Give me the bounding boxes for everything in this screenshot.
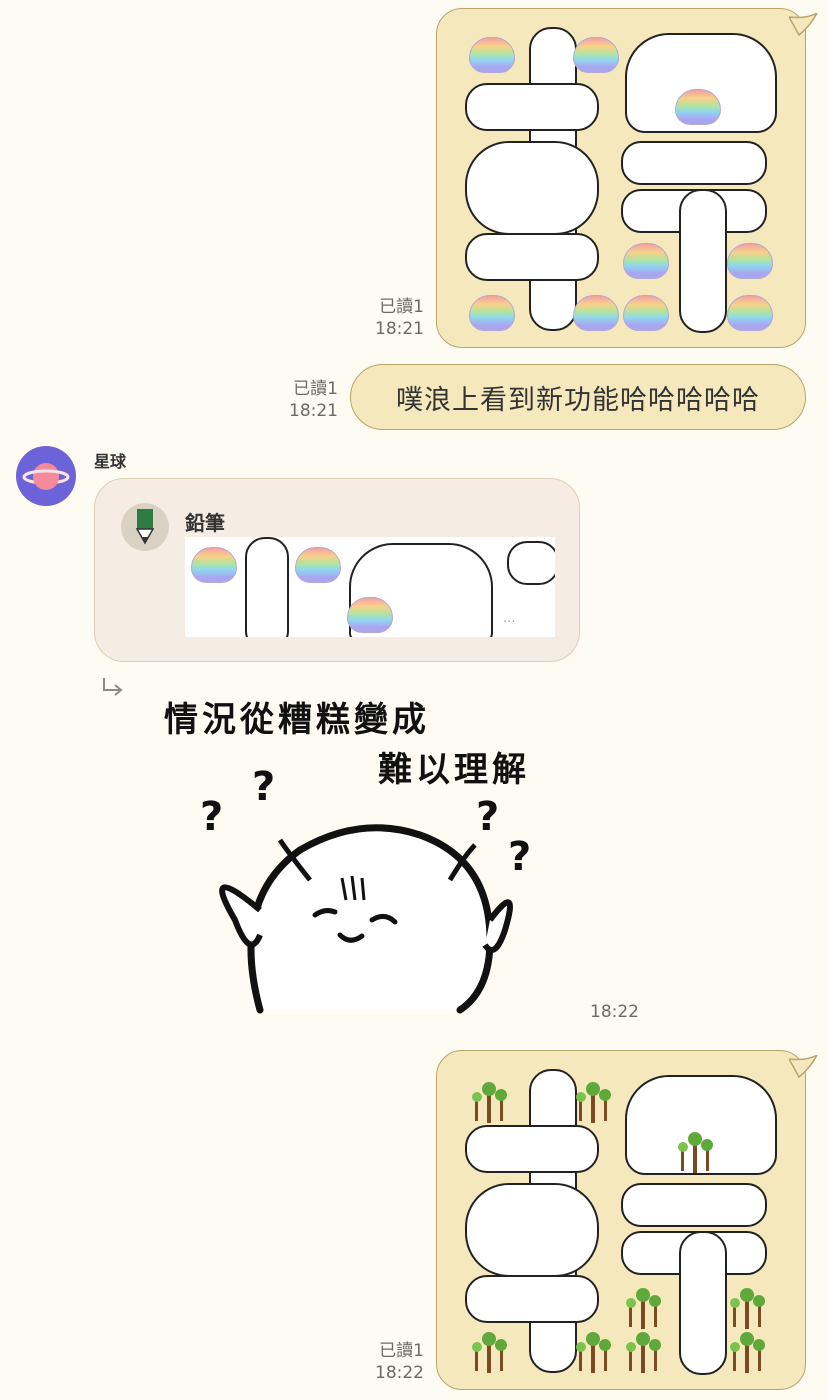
timestamp: 18:22	[375, 1363, 424, 1383]
tree-icon	[576, 1082, 611, 1123]
message-meta: 已讀1 18:21	[272, 378, 338, 422]
svg-text:?: ?	[252, 764, 275, 810]
sticker-shape	[465, 83, 599, 131]
sticker-image	[465, 23, 781, 333]
rainbow-blob-icon	[727, 295, 773, 331]
bubble-tail-icon	[789, 1055, 818, 1079]
sticker-caption-line1: 情況從糟糕變成	[164, 700, 430, 740]
reply-sticker-thumbnail	[185, 537, 555, 637]
rainbow-blob-icon	[573, 37, 619, 73]
read-status: 已讀1	[293, 379, 338, 399]
rainbow-blob-icon	[469, 295, 515, 331]
sticker-shape	[465, 141, 599, 235]
sticker-shape	[245, 537, 289, 637]
tree-icon	[626, 1288, 661, 1329]
bubble-tail-icon	[789, 13, 818, 37]
sticker-message[interactable]: 情況從糟糕變成 難以理解 ? ? ? ?	[150, 680, 570, 1020]
reply-author: 鉛筆	[185, 511, 225, 535]
reply-arrow-icon	[103, 678, 123, 696]
planet-icon	[22, 463, 70, 490]
rainbow-blob-icon	[191, 547, 237, 583]
confused-character-icon: ? ? ? ?	[200, 764, 531, 1014]
sticker-shape	[507, 541, 555, 585]
avatar[interactable]	[16, 446, 76, 506]
sticker-shape	[465, 1125, 599, 1173]
sticker-shape	[465, 1275, 599, 1323]
tree-icon	[730, 1288, 765, 1329]
message-meta: 已讀1 18:21	[360, 296, 424, 340]
rainbow-blob-icon	[623, 243, 669, 279]
rainbow-blob-icon	[347, 597, 393, 633]
pencil-avatar-icon	[121, 503, 169, 551]
svg-text:?: ?	[200, 794, 223, 840]
message-meta: 已讀1 18:22	[360, 1340, 424, 1384]
sticker-message-bubble[interactable]	[436, 8, 818, 348]
tree-icon	[626, 1332, 661, 1373]
tree-icon	[678, 1132, 713, 1173]
reply-ellipsis: ...	[503, 611, 516, 626]
rainbow-blob-icon	[469, 37, 515, 73]
tree-icon	[576, 1332, 611, 1373]
sticker-image	[465, 1065, 781, 1375]
tree-icon	[472, 1332, 507, 1373]
rainbow-blob-icon	[623, 295, 669, 331]
sticker-shape	[679, 1231, 727, 1375]
sticker-shape	[465, 1183, 599, 1277]
sticker-shape	[621, 141, 767, 185]
sticker-message-bubble[interactable]	[436, 1050, 818, 1390]
tree-icon	[730, 1332, 765, 1373]
reply-preview-card[interactable]: 鉛筆 ...	[94, 478, 580, 662]
sticker-shape	[465, 233, 599, 281]
message-text: 噗浪上看到新功能哈哈哈哈哈	[396, 384, 760, 416]
rainbow-blob-icon	[675, 89, 721, 125]
svg-text:?: ?	[508, 834, 531, 880]
sticker-shape	[621, 1183, 767, 1227]
timestamp: 18:21	[375, 319, 424, 339]
timestamp: 18:22	[590, 1002, 639, 1022]
svg-text:?: ?	[476, 794, 499, 840]
read-status: 已讀1	[379, 297, 424, 317]
rainbow-blob-icon	[573, 295, 619, 331]
read-status: 已讀1	[379, 1341, 424, 1361]
sender-name[interactable]: 星球	[94, 448, 126, 472]
sticker-shape	[679, 189, 727, 333]
timestamp: 18:21	[289, 401, 338, 421]
tree-icon	[472, 1082, 507, 1123]
rainbow-blob-icon	[727, 243, 773, 279]
text-message-bubble[interactable]: 噗浪上看到新功能哈哈哈哈哈	[350, 364, 806, 430]
rainbow-blob-icon	[295, 547, 341, 583]
